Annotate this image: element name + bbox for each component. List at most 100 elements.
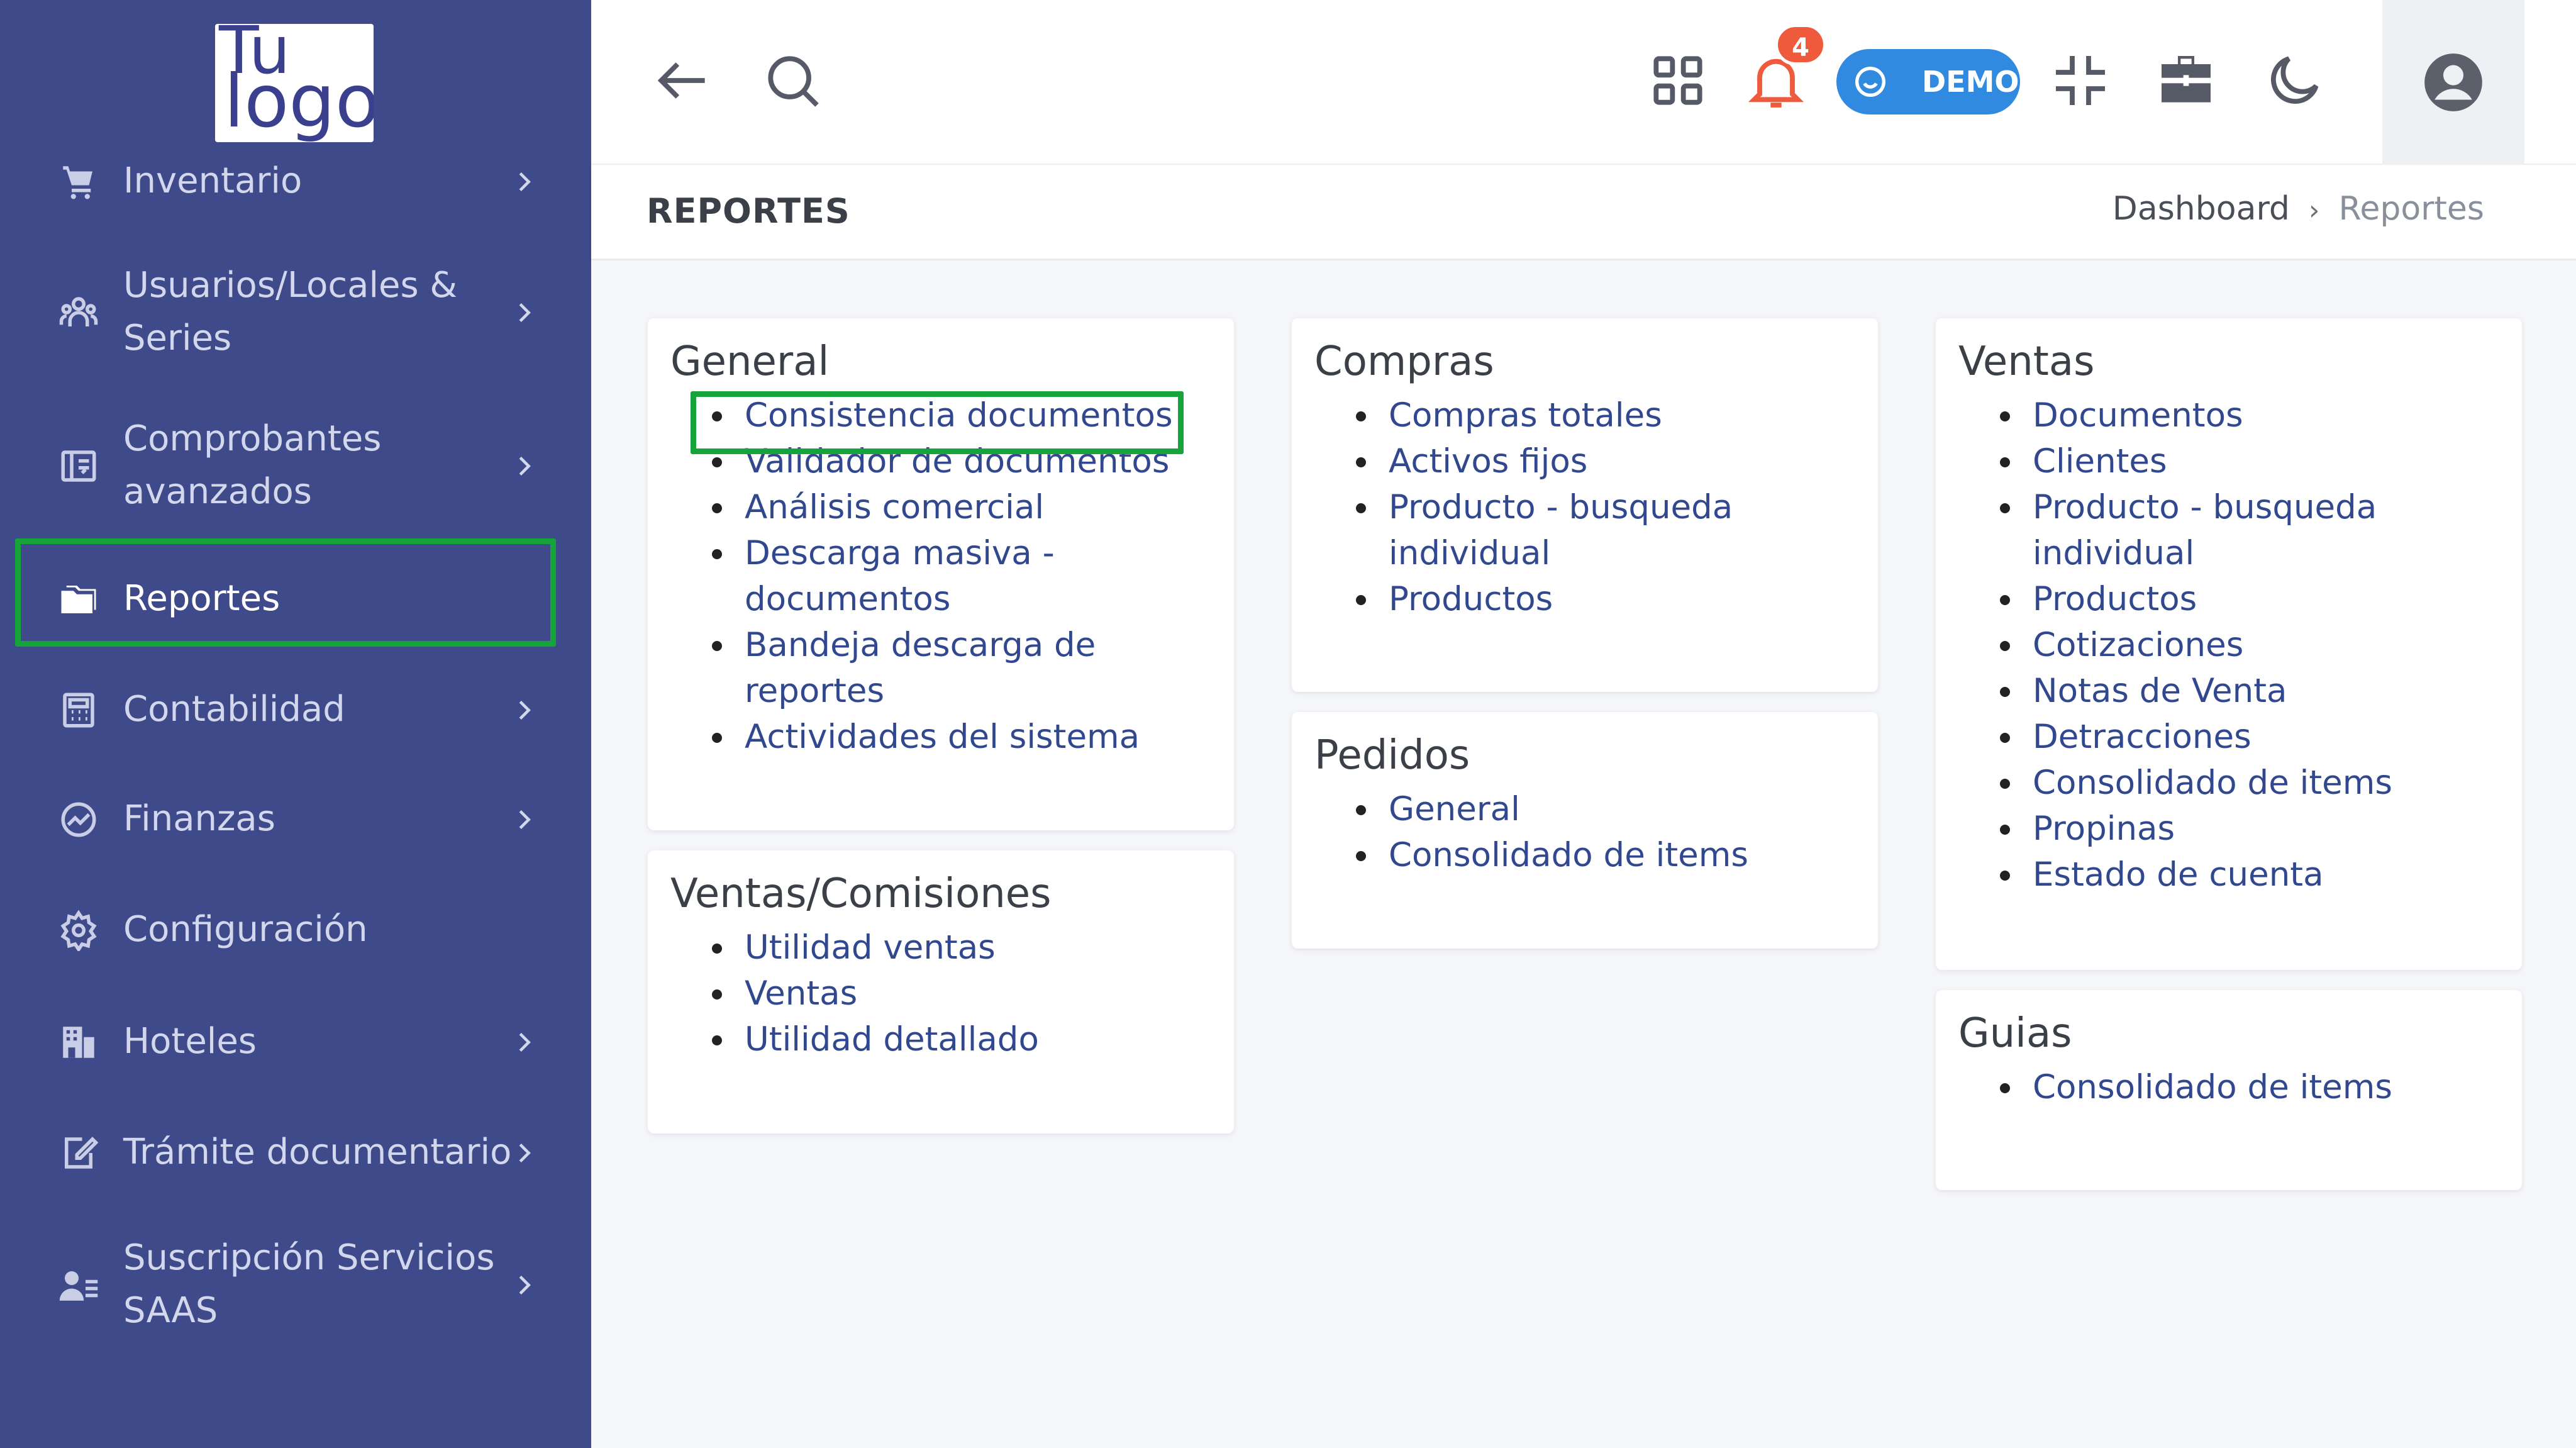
report-list: Utilidad ventas Ventas Utilidad detallad…: [712, 925, 1039, 1062]
report-list: General Consolidado de items: [1355, 786, 1748, 878]
edit-document-icon: [58, 1132, 99, 1174]
demo-mode-button[interactable]: DEMO: [1836, 49, 2020, 114]
sidebar-item-label: Comprobantes: [123, 418, 382, 459]
report-link[interactable]: Consolidado de items: [1999, 760, 2392, 806]
demo-label: DEMO: [1922, 65, 2019, 99]
sidebar-item-configuracion[interactable]: Configuración: [0, 903, 591, 956]
chevron-right-icon: [509, 1139, 538, 1167]
sidebar-item-label: Inventario: [123, 160, 303, 201]
chevron-right-icon: [509, 696, 538, 725]
card-pedidos: Pedidos General Consolidado de items: [1292, 712, 1878, 949]
user-list-icon: [58, 1264, 99, 1306]
card-title: Pedidos: [1314, 732, 1470, 779]
search-icon[interactable]: [760, 48, 825, 113]
report-link[interactable]: Clientes: [1999, 438, 2392, 484]
user-menu[interactable]: [2382, 0, 2524, 165]
highlight-box-consistencia: [691, 391, 1184, 454]
report-link[interactable]: Bandeja descarga de: [712, 622, 1173, 668]
report-link[interactable]: Consolidado de items: [1999, 1064, 2392, 1110]
report-link[interactable]: Descarga masiva -: [712, 530, 1173, 576]
card-compras: Compras Compras totales Activos fijos Pr…: [1292, 318, 1878, 692]
report-link[interactable]: Notas de Venta: [1999, 668, 2392, 714]
card-title: Guias: [1958, 1010, 2072, 1057]
sidebar-item-label-line2: avanzados: [123, 471, 312, 512]
sidebar-item-label: Trámite documentario: [123, 1132, 512, 1172]
report-link[interactable]: Cotizaciones: [1999, 622, 2392, 668]
report-link[interactable]: Propinas: [1999, 806, 2392, 852]
report-link[interactable]: Detracciones: [1999, 714, 2392, 760]
users-icon: [58, 292, 99, 333]
sidebar-item-suscripcion[interactable]: Suscripción Servicios SAAS: [0, 1232, 591, 1337]
report-link[interactable]: Utilidad ventas: [712, 925, 1039, 971]
report-link[interactable]: Consolidado de items: [1355, 832, 1748, 878]
report-link[interactable]: Ventas: [712, 971, 1039, 1016]
card-title: Ventas/Comisiones: [670, 871, 1052, 917]
sidebar-item-label: Configuración: [123, 909, 368, 950]
report-list: Consolidado de items: [1999, 1064, 2392, 1110]
chart-circle-icon: [58, 799, 99, 840]
report-list: Documentos Clientes Producto - busqueda …: [1999, 393, 2392, 898]
report-link[interactable]: Productos: [1355, 576, 1733, 622]
sidebar-item-tramite[interactable]: Trámite documentario: [0, 1126, 591, 1179]
sidebar-item-usuarios[interactable]: Usuarios/Locales & Series: [0, 259, 591, 365]
report-link-continued[interactable]: individual: [1389, 530, 1733, 576]
chevron-right-icon: [509, 1271, 538, 1300]
report-link[interactable]: Análisis comercial: [712, 484, 1173, 530]
breadcrumb-dashboard[interactable]: Dashboard: [2112, 190, 2290, 228]
breadcrumb-current: Reportes: [2338, 190, 2484, 228]
report-link[interactable]: General: [1355, 786, 1748, 832]
sidebar-item-label: Suscripción Servicios: [123, 1237, 495, 1278]
sidebar-item-finanzas[interactable]: Finanzas: [0, 793, 591, 845]
user-avatar-icon: [2424, 53, 2482, 111]
card-title: General: [670, 338, 830, 385]
report-list: Compras totales Activos fijos Producto -…: [1355, 393, 1733, 622]
chevron-right-icon: [509, 298, 538, 327]
sidebar-item-label: Contabilidad: [123, 689, 345, 730]
back-arrow-icon[interactable]: [650, 48, 716, 113]
report-link[interactable]: Utilidad detallado: [712, 1016, 1039, 1062]
receipt-icon: [58, 445, 99, 487]
top-navbar: [591, 0, 2576, 165]
report-link[interactable]: Estado de cuenta: [1999, 852, 2392, 898]
compress-icon[interactable]: [2048, 48, 2113, 113]
smile-icon: [1850, 62, 1890, 102]
report-link[interactable]: Compras totales: [1355, 393, 1733, 438]
card-ventas: Ventas Documentos Clientes Producto - bu…: [1936, 318, 2522, 970]
breadcrumb: Dashboard › Reportes: [2112, 190, 2484, 228]
report-link[interactable]: Activos fijos: [1355, 438, 1733, 484]
sidebar: Tu logo Inventario Usuarios/Locales & Se…: [0, 0, 591, 1448]
sidebar-item-label-line2: SAAS: [123, 1290, 218, 1331]
moon-icon[interactable]: [2262, 48, 2327, 113]
chevron-right-icon: [509, 805, 538, 834]
sidebar-item-label: Finanzas: [123, 798, 275, 839]
sidebar-item-contabilidad[interactable]: Contabilidad: [0, 683, 591, 736]
apps-grid-icon[interactable]: [1645, 48, 1711, 113]
chevron-right-icon: [509, 452, 538, 481]
page-title: REPORTES: [647, 191, 850, 231]
chevron-right-icon: [509, 167, 538, 196]
briefcase-icon[interactable]: [2153, 48, 2219, 113]
sidebar-item-label: Usuarios/Locales &: [123, 265, 458, 306]
gear-icon: [58, 910, 99, 951]
company-logo[interactable]: Tu logo: [215, 24, 374, 142]
report-link-continued[interactable]: individual: [2033, 530, 2392, 576]
report-link[interactable]: Documentos: [1999, 393, 2392, 438]
cart-icon: [58, 161, 99, 203]
sidebar-item-comprobantes[interactable]: Comprobantes avanzados: [0, 413, 591, 518]
report-link[interactable]: Producto - busqueda: [1355, 484, 1733, 530]
sidebar-item-inventario[interactable]: Inventario: [0, 155, 591, 208]
sidebar-item-label-line2: Series: [123, 318, 232, 359]
chevron-right-icon: [509, 1028, 538, 1057]
report-link-continued[interactable]: documentos: [745, 576, 1173, 622]
card-title: Ventas: [1958, 338, 2095, 385]
card-title: Compras: [1314, 338, 1494, 385]
report-link[interactable]: Actividades del sistema: [712, 714, 1173, 760]
report-link[interactable]: Productos: [1999, 576, 2392, 622]
highlight-box-reportes: [15, 538, 556, 647]
logo-line-2: logo: [224, 59, 374, 142]
report-link[interactable]: Producto - busqueda: [1999, 484, 2392, 530]
building-icon: [58, 1022, 99, 1063]
sidebar-item-hoteles[interactable]: Hoteles: [0, 1015, 591, 1068]
breadcrumb-separator-icon: ›: [2308, 194, 2320, 226]
report-link-continued[interactable]: reportes: [745, 668, 1173, 714]
